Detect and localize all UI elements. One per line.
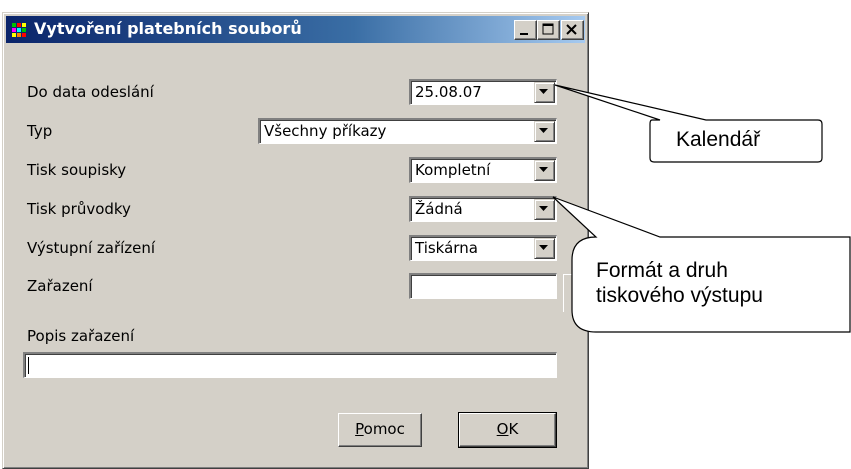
cover-print-dropdown[interactable]: Žádná [409, 196, 557, 222]
chevron-down-icon [539, 206, 548, 211]
cover-print-dropdown-button[interactable] [534, 199, 555, 220]
classification-desc-input[interactable] [23, 352, 557, 378]
chevron-down-icon [539, 167, 548, 172]
chevron-down-icon [539, 245, 548, 250]
list-print-dropdown[interactable]: Kompletní [409, 157, 557, 183]
classification-desc-label: Popis zařazení [27, 327, 135, 345]
chevron-down-icon [539, 128, 548, 133]
cover-print-label: Tisk průvodky [27, 200, 131, 218]
maximize-icon [542, 23, 554, 35]
output-device-label: Výstupní zařízení [27, 239, 156, 257]
output-device-dropdown-button[interactable] [534, 238, 555, 259]
cover-print-value: Žádná [415, 200, 463, 218]
list-print-label: Tisk soupisky [27, 161, 127, 179]
help-label: omoc [363, 420, 405, 438]
date-label: Do data odeslání [27, 83, 154, 101]
classification-label: Zařazení [27, 277, 93, 295]
maximize-button[interactable] [537, 20, 560, 40]
type-dropdown-button[interactable] [534, 121, 555, 142]
help-button[interactable]: Pomoc [338, 413, 422, 447]
output-device-value: Tiskárna [415, 239, 478, 257]
ok-button[interactable]: OK [458, 412, 557, 448]
window-title: Vytvoření platebních souborů [34, 19, 302, 38]
title-bar[interactable]: Vytvoření platebních souborů [6, 16, 585, 43]
date-dropdown-button[interactable] [534, 82, 555, 103]
dialog-window: Vytvoření platebních souborů Do data ode… [2, 12, 589, 469]
ok-label: K [508, 420, 519, 438]
list-print-value: Kompletní [415, 161, 491, 179]
format-callout-line2: tiskového výstupu [596, 284, 763, 307]
chevron-down-icon [539, 89, 548, 94]
type-value: Všechny příkazy [264, 122, 387, 140]
list-print-dropdown-button[interactable] [534, 160, 555, 181]
minimize-icon [520, 33, 528, 35]
classification-input[interactable] [409, 273, 557, 299]
help-mnemonic: P [355, 420, 364, 438]
calendar-callout-text: Kalendář [676, 128, 761, 151]
date-dropdown[interactable]: 25.08.07 [409, 79, 557, 105]
type-dropdown[interactable]: Všechny příkazy [258, 118, 557, 144]
classification-browse-button[interactable] [563, 274, 573, 312]
app-icon [12, 23, 26, 37]
close-icon [566, 24, 577, 35]
ok-mnemonic: O [496, 420, 509, 438]
minimize-button[interactable] [514, 20, 537, 40]
date-value: 25.08.07 [415, 83, 482, 101]
output-device-dropdown[interactable]: Tiskárna [409, 235, 557, 261]
close-button[interactable] [561, 20, 584, 40]
text-cursor [28, 357, 29, 374]
type-label: Typ [27, 122, 53, 140]
format-callout-line1: Formát a druh [596, 259, 728, 282]
